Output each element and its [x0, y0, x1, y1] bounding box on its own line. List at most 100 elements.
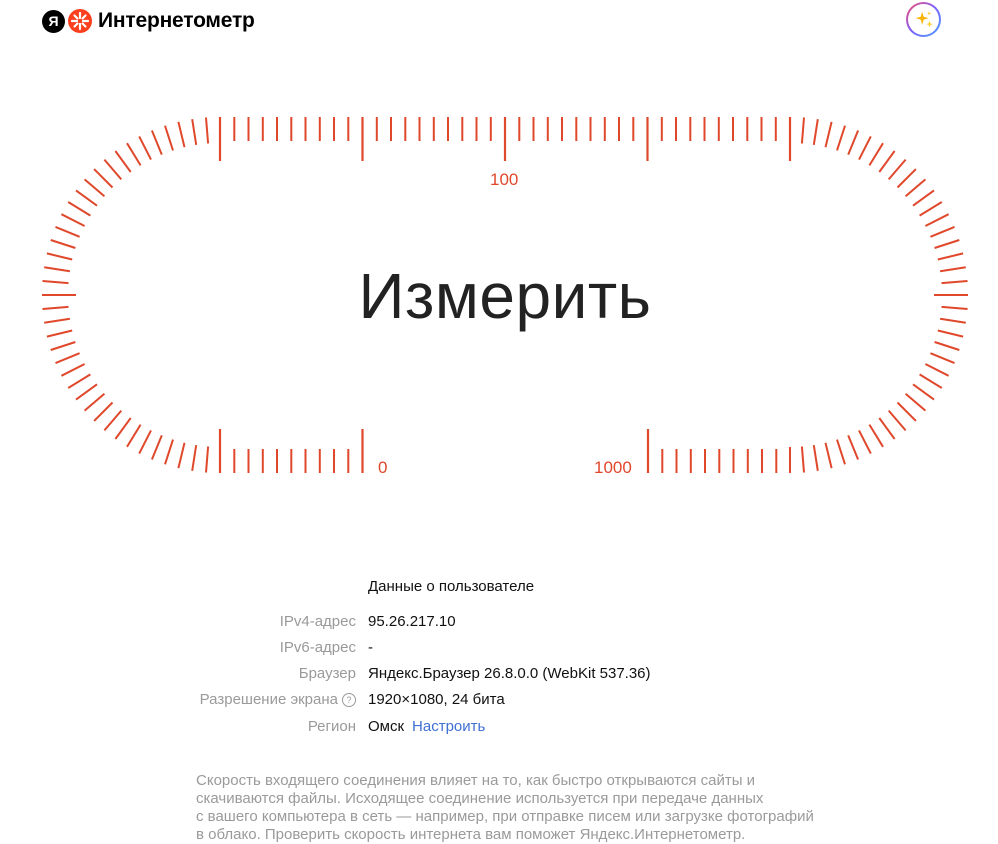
gauge-tick	[42, 305, 69, 310]
gauge-tick	[919, 201, 943, 217]
gauge-tick	[904, 392, 927, 412]
info-key: Разрешение экрана ?	[200, 691, 356, 708]
gauge-tick	[937, 329, 964, 338]
gauge-tick	[164, 125, 174, 151]
gauge-tick	[46, 329, 73, 338]
scale-label-0: 0	[378, 458, 388, 477]
region-value: Омск	[368, 718, 405, 735]
gauge-tick	[177, 121, 186, 148]
info-key-label: Разрешение экрана	[199, 691, 338, 708]
gauge-tick	[847, 435, 860, 460]
info-key: IPv4-адрес	[279, 613, 356, 630]
gauge-tick	[896, 401, 917, 422]
gauge-tick	[50, 239, 76, 249]
info-value: Яндекс.Браузер 26.8.0.0 (WebKit 537.36)	[368, 665, 651, 682]
gauge-tick	[44, 266, 71, 273]
gauge-tick	[138, 429, 152, 455]
gauge-tick	[55, 352, 80, 365]
gauge-tick	[919, 373, 943, 389]
gauge-tick	[939, 317, 966, 324]
gauge-tick	[114, 150, 132, 173]
measure-button[interactable]: Измерить	[300, 248, 710, 344]
gauge-tick	[205, 446, 210, 473]
gauge-tick	[878, 150, 896, 173]
gauge-tick	[836, 439, 846, 465]
gauge-tick	[191, 444, 198, 471]
gauge-tick	[103, 158, 123, 181]
gauge-tick	[60, 213, 86, 227]
gauge-tick	[937, 252, 964, 261]
gauge-tick	[191, 119, 198, 146]
gauge-tick	[858, 135, 872, 161]
gauge-tick	[941, 280, 968, 285]
gauge-tick	[75, 189, 98, 207]
gauge-tick	[150, 130, 163, 155]
info-key: IPv6-адрес	[279, 639, 356, 656]
gauge-tick	[868, 142, 884, 166]
gauge-tick	[930, 352, 955, 365]
description-line: Скорость входящего соединения влияет на …	[196, 772, 756, 789]
gauge-tick	[800, 446, 805, 473]
gauge-tick	[912, 189, 935, 207]
help-icon[interactable]: ?	[342, 692, 356, 707]
description-line: с вашего компьютера в сеть — например, п…	[196, 808, 814, 825]
gauge-tick	[126, 424, 142, 448]
gauge-tick	[46, 252, 73, 261]
gauge-tick	[904, 178, 927, 198]
gauge-tick	[800, 117, 805, 144]
info-row-browser: Браузер Яндекс.Браузер 26.8.0.0 (WebKit …	[0, 665, 998, 687]
configure-region-link[interactable]: Настроить	[412, 718, 485, 735]
gauge-tick	[164, 439, 174, 465]
gauge-tick	[934, 239, 960, 249]
gauge-tick	[858, 429, 872, 455]
info-value: Омск Настроить	[368, 718, 485, 735]
gauge-tick	[177, 442, 186, 469]
description-line: скачиваются файлы. Исходящее соединение …	[196, 790, 764, 807]
gauge-tick	[887, 158, 907, 181]
gauge-tick	[896, 168, 917, 189]
gauge-tick	[93, 401, 114, 422]
info-row-resolution: Разрешение экрана ? 1920×1080, 24 бита	[0, 691, 998, 713]
gauge-tick	[812, 119, 819, 146]
gauge-tick	[930, 225, 955, 238]
gauge-tick	[114, 417, 132, 440]
gauge-tick	[55, 225, 80, 238]
gauge-tick	[67, 373, 91, 389]
info-key: Регион	[307, 718, 356, 735]
gauge-tick	[941, 305, 968, 310]
info-value: -	[368, 639, 373, 656]
gauge-tick	[924, 363, 950, 377]
gauge-tick	[824, 442, 833, 469]
gauge-tick	[812, 444, 819, 471]
gauge-tick	[847, 130, 860, 155]
gauge-tick	[103, 409, 123, 432]
gauge-tick	[912, 383, 935, 401]
gauge-tick	[887, 409, 907, 432]
gauge-tick	[126, 142, 142, 166]
gauge-tick	[934, 341, 960, 351]
info-key: Браузер	[298, 665, 356, 682]
gauge-tick	[75, 383, 98, 401]
info-value: 95.26.217.10	[368, 613, 456, 630]
info-row-ipv6: IPv6-адрес -	[0, 639, 998, 661]
description-line: в облако. Проверить скорость интернета в…	[196, 826, 746, 843]
info-row-ipv4: IPv4-адрес 95.26.217.10	[0, 613, 998, 635]
description: Скорость входящего соединения влияет на …	[196, 772, 826, 844]
gauge-tick	[42, 280, 69, 285]
gauge-tick	[50, 341, 76, 351]
gauge-tick	[67, 201, 91, 217]
gauge-tick	[939, 266, 966, 273]
user-info-title: Данные о пользователе	[368, 578, 535, 595]
gauge-tick	[150, 435, 163, 460]
gauge-tick	[60, 363, 86, 377]
gauge-tick	[93, 168, 114, 189]
gauge-tick	[44, 317, 71, 324]
gauge-tick	[868, 424, 884, 448]
gauge-tick	[836, 125, 846, 151]
gauge-tick	[83, 178, 106, 198]
info-value: 1920×1080, 24 бита	[368, 691, 505, 708]
gauge-tick	[824, 121, 833, 148]
gauge-tick	[83, 392, 106, 412]
gauge-tick	[205, 117, 210, 144]
scale-label-100: 100	[490, 170, 519, 189]
